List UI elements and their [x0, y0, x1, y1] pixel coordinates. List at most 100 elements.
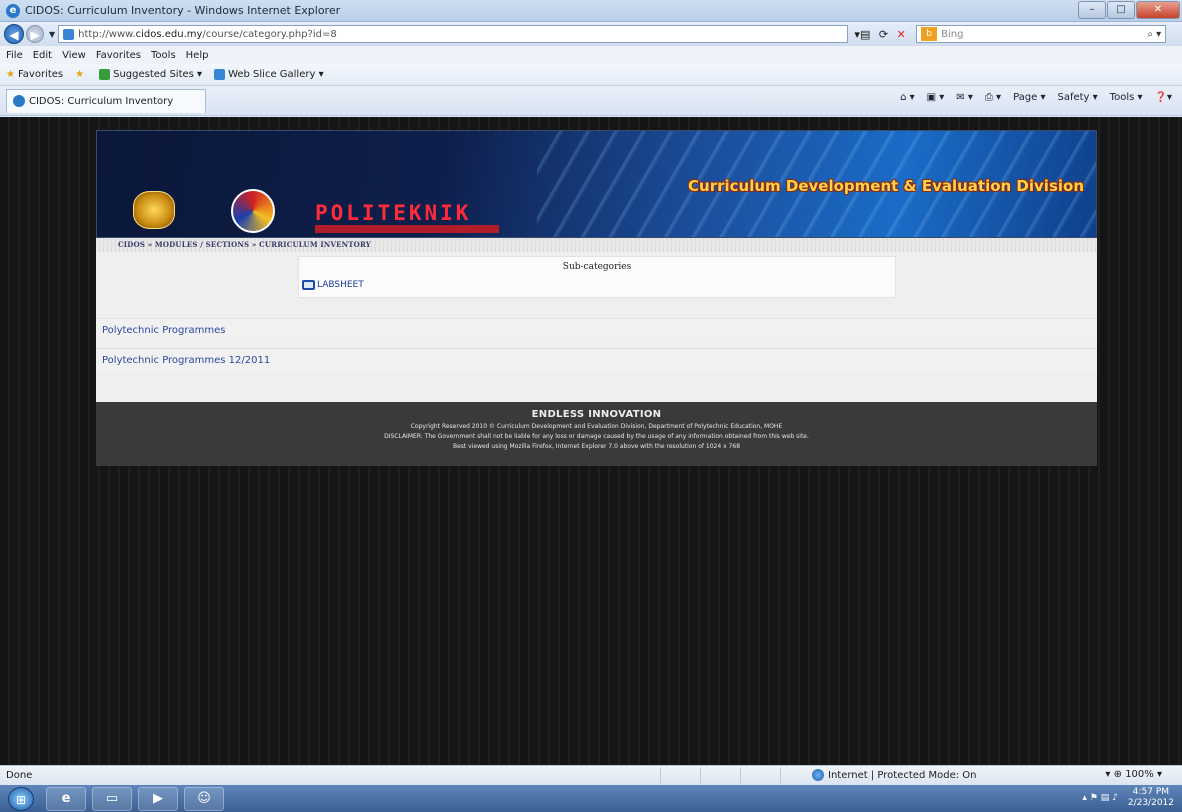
politeknik-logo: POLITEKNIK [315, 201, 472, 225]
url-domain: cidos.edu.my [135, 28, 203, 40]
status-divider [740, 768, 741, 784]
clock[interactable]: 4:57 PM 2/23/2012 [1128, 787, 1174, 809]
coat-of-arms-icon [133, 191, 175, 229]
globe-icon [812, 769, 824, 781]
search-input[interactable]: b Bing ⌕ ▾ [916, 25, 1167, 43]
feeds-icon[interactable]: ▣ ▾ [927, 92, 945, 103]
address-toolbar: ◀ ▶ ▼ http://www. cidos.edu.my /course/c… [0, 22, 1182, 46]
safety-menu[interactable]: Safety ▾ [1057, 92, 1097, 103]
favorites-button[interactable]: ★ Favorites [6, 69, 63, 80]
back-button[interactable]: ◀ [4, 24, 24, 44]
footer-disclaimer: DISCLAIMER: The Government shall not be … [384, 433, 809, 440]
page-icon [63, 28, 75, 40]
window-title-bar: e CIDOS: Curriculum Inventory - Windows … [0, 0, 1182, 22]
security-zone[interactable]: Internet | Protected Mode: On [812, 769, 976, 781]
zoom-icon: ▾ ⊕ [1105, 769, 1122, 780]
zoom-level: 100% [1125, 769, 1154, 780]
page-viewport[interactable]: POLITEKNIK Curriculum Development & Eval… [0, 117, 1182, 765]
subcategories-header: Sub-categories [562, 262, 632, 272]
footer-best-viewed: Best viewed using Mozilla Firefox, Inter… [452, 443, 741, 450]
favorites-bar: ★ Favorites ★ Suggested Sites ▾ Web Slic… [0, 64, 1182, 86]
print-icon[interactable]: ⎙ ▾ [985, 92, 1001, 103]
labsheet-link[interactable]: LABSHEET [302, 280, 364, 290]
status-divider [780, 768, 781, 784]
minimize-button[interactable]: – [1078, 1, 1106, 19]
politeknik-subtitle-bar [315, 225, 499, 233]
labsheet-label: LABSHEET [317, 280, 364, 290]
home-icon[interactable]: ⌂ ▾ [900, 92, 915, 103]
taskbar-app-button[interactable]: ☺ [184, 786, 224, 811]
menu-bar: File Edit View Favorites Tools Help [0, 46, 1182, 64]
add-to-favorites-button[interactable]: ★ [75, 69, 87, 80]
zone-label: Internet | Protected Mode: On [828, 769, 977, 781]
programme-link-1[interactable]: Polytechnic Programmes [96, 318, 1097, 342]
ie-logo-icon: e [6, 3, 20, 18]
favorites-label: Favorites [17, 69, 64, 80]
add-favorite-icon: ★ [75, 69, 85, 80]
window-controls: – □ ✕ [1077, 1, 1180, 19]
site-banner: POLITEKNIK Curriculum Development & Eval… [96, 130, 1097, 238]
taskbar-explorer-button[interactable]: ▭ [92, 786, 132, 811]
tab-favicon [13, 95, 25, 107]
taskbar-media-player-button[interactable]: ▶ [138, 786, 178, 811]
menu-edit[interactable]: Edit [33, 50, 52, 61]
footer-copyright: Copyright Reserved 2010 © Curriculum Dev… [410, 423, 783, 430]
tab-cidos[interactable]: CIDOS: Curriculum Inventory [6, 88, 206, 113]
site-footer: ENDLESS INNOVATION Copyright Reserved 20… [96, 402, 1097, 466]
help-icon[interactable]: ❓▾ [1155, 92, 1172, 103]
division-title: Curriculum Development & Evaluation Divi… [688, 177, 1084, 195]
menu-tools[interactable]: Tools [151, 50, 176, 61]
url-prefix: http://www. [78, 28, 136, 40]
main-content: Sub-categories LABSHEET Polytechnic Prog… [96, 252, 1097, 402]
search-icon[interactable]: ⌕ ▾ [1147, 29, 1161, 40]
system-tray: ▴ ⚑ ▤ ♪ 4:57 PM 2/23/2012 [1082, 787, 1174, 809]
status-divider [700, 768, 701, 784]
suggested-sites-icon [99, 69, 111, 80]
status-bar: Done Internet | Protected Mode: On ▾ ⊕ 1… [0, 765, 1182, 785]
web-slice-label: Web Slice Gallery ▾ [228, 69, 324, 80]
status-divider [660, 768, 661, 784]
command-bar: ⌂ ▾ ▣ ▾ ✉ ▾ ⎙ ▾ Page ▾ Safety ▾ Tools ▾ … [888, 92, 1172, 103]
cidos-site: POLITEKNIK Curriculum Development & Eval… [96, 130, 1097, 466]
refresh-icon[interactable]: ⟳ [879, 28, 888, 41]
subcategories-box: Sub-categories LABSHEET [298, 256, 896, 298]
web-slice-icon [214, 69, 226, 80]
breadcrumb[interactable]: CIDOS » MODULES / SECTIONS » CURRICULUM … [96, 238, 1097, 252]
page-menu[interactable]: Page ▾ [1013, 92, 1045, 103]
address-actions: ▾▤ ⟳ ✕ [850, 28, 910, 41]
taskbar-ie-button[interactable]: e [46, 786, 86, 811]
suggested-sites-label: Suggested Sites ▾ [113, 69, 203, 80]
status-text: Done [6, 770, 33, 781]
web-slice-gallery-link[interactable]: Web Slice Gallery ▾ [214, 69, 324, 80]
zoom-control[interactable]: ▾ ⊕ 100% ▾ [1105, 769, 1162, 780]
menu-file[interactable]: File [6, 50, 23, 61]
start-button[interactable]: ⊞ [8, 786, 34, 811]
programme-link-2[interactable]: Polytechnic Programmes 12/2011 [96, 348, 1097, 372]
zoom-dropdown-icon: ▾ [1156, 769, 1162, 780]
forward-button[interactable]: ▶ [26, 25, 44, 43]
compatibility-view-icon[interactable]: ▾▤ [854, 28, 870, 41]
star-icon: ★ [6, 69, 15, 80]
window-title: CIDOS: Curriculum Inventory - Windows In… [25, 4, 341, 17]
tray-icons[interactable]: ▴ ⚑ ▤ ♪ [1082, 793, 1117, 803]
stop-icon[interactable]: ✕ [897, 28, 906, 41]
menu-view[interactable]: View [62, 50, 86, 61]
folder-icon [302, 280, 315, 290]
tab-label: CIDOS: Curriculum Inventory [29, 95, 174, 107]
close-button[interactable]: ✕ [1136, 1, 1180, 19]
tools-menu[interactable]: Tools ▾ [1110, 92, 1143, 103]
politeknik-emblem-icon [231, 189, 275, 233]
windows-taskbar: ⊞ e ▭ ▶ ☺ ▴ ⚑ ▤ ♪ 4:57 PM 2/23/2012 [0, 785, 1182, 812]
mail-icon[interactable]: ✉ ▾ [956, 92, 973, 103]
maximize-button[interactable]: □ [1107, 1, 1135, 19]
suggested-sites-link[interactable]: Suggested Sites ▾ [99, 69, 202, 80]
history-dropdown-icon[interactable]: ▼ [49, 30, 55, 39]
clock-time: 4:57 PM [1132, 787, 1170, 797]
footer-title: ENDLESS INNOVATION [531, 409, 662, 420]
clock-date: 2/23/2012 [1127, 798, 1174, 808]
bing-icon: b [921, 27, 938, 41]
address-input[interactable]: http://www. cidos.edu.my /course/categor… [58, 25, 849, 43]
search-placeholder: Bing [941, 28, 964, 40]
menu-favorites[interactable]: Favorites [96, 50, 141, 61]
menu-help[interactable]: Help [186, 50, 209, 61]
